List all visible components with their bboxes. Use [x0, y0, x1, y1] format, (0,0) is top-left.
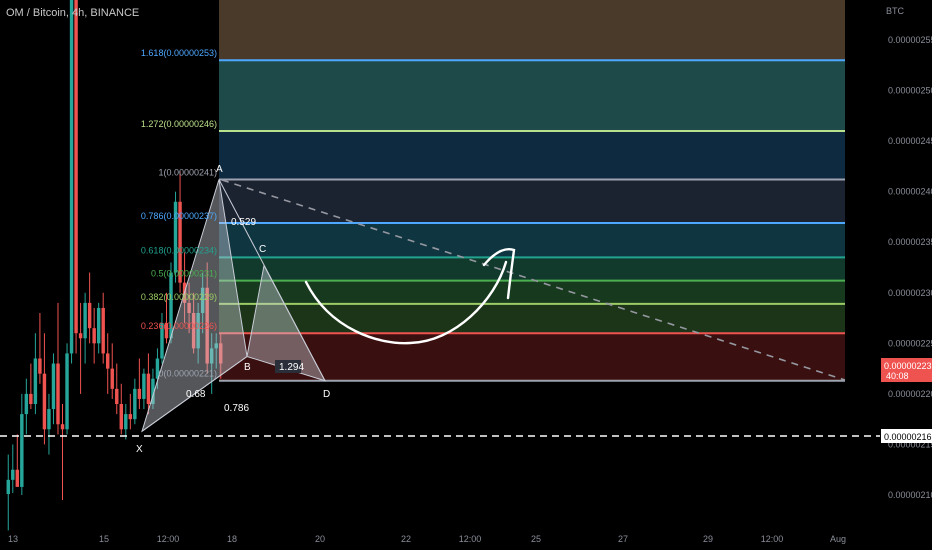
candle-body — [65, 353, 69, 430]
fib-labels: 1.618(0.00000253) 1.272(0.00000246) 1(0.00… — [141, 48, 217, 379]
chart-title: OM / Bitcoin, 4h, BINANCE — [6, 7, 140, 19]
fib-level-label: 0.618(0.00000234) — [141, 245, 217, 255]
pattern-ratio: 0.68 — [186, 389, 206, 400]
candle-body — [133, 388, 137, 420]
pattern-point-X: X — [136, 444, 143, 455]
fib-level-label: 1.618(0.00000253) — [141, 48, 217, 58]
candle-body — [115, 388, 119, 404]
candle-body — [146, 373, 151, 404]
candle-body — [74, 0, 78, 334]
candle-body — [24, 393, 29, 415]
candle-body — [60, 424, 65, 430]
candle-body — [56, 363, 60, 425]
pattern-point-A: A — [216, 164, 223, 175]
pattern-point-D: D — [323, 389, 330, 400]
candle-body — [128, 414, 133, 420]
fib-level-label: 0.5(0.00000231) — [151, 269, 217, 279]
candle-body — [33, 358, 38, 404]
candle-body — [137, 388, 142, 399]
candle-body — [38, 358, 42, 374]
candle-body — [106, 353, 110, 369]
fib-zones — [219, 0, 845, 381]
fib-level-label: 0(0.00000221) — [158, 369, 217, 379]
fib-zone — [219, 303, 845, 334]
candle-body — [110, 368, 114, 389]
candle-body — [87, 302, 92, 329]
candle-body — [96, 307, 101, 344]
fib-level-label: 0.382(0.00000229) — [141, 292, 217, 302]
pattern-point-C: C — [259, 244, 266, 255]
candle-body — [11, 469, 15, 480]
candle-body — [124, 414, 128, 430]
pattern-ratio: 0.529 — [231, 217, 256, 228]
fib-level-label: 1(0.00000241) — [158, 168, 217, 178]
candle-body — [15, 469, 20, 487]
candle-body — [78, 333, 83, 339]
fib-zone — [219, 60, 845, 131]
fib-zone — [219, 0, 845, 61]
candle-body — [119, 404, 123, 430]
fib-level-label: 0.236(0.00000226) — [141, 321, 217, 331]
candle-body — [92, 328, 96, 344]
candle-body — [69, 0, 74, 354]
candle-body — [42, 373, 47, 430]
candles — [6, 0, 223, 531]
pattern-ratio: 1.294 — [279, 362, 304, 373]
fib-zone — [219, 131, 845, 180]
candle-body — [51, 363, 56, 410]
price-chart[interactable]: X A B C D 0.529 0.68 0.786 1.294 1.618(0.0000025… — [0, 0, 932, 550]
fib-zone — [219, 179, 845, 224]
fib-level-label: 0.786(0.00000237) — [141, 211, 217, 221]
candle-body — [47, 409, 51, 430]
candle-body — [101, 307, 105, 354]
pattern-ratio: 0.786 — [224, 403, 249, 414]
candle-body — [29, 393, 33, 404]
fib-zone — [219, 257, 845, 281]
pattern-point-B: B — [244, 362, 251, 373]
fib-level-label: 1.272(0.00000246) — [141, 119, 217, 129]
candle-body — [6, 479, 10, 494]
candle-body — [142, 373, 146, 399]
candle-body — [20, 414, 24, 487]
candle-body — [83, 302, 87, 339]
fib-zone — [219, 223, 845, 258]
